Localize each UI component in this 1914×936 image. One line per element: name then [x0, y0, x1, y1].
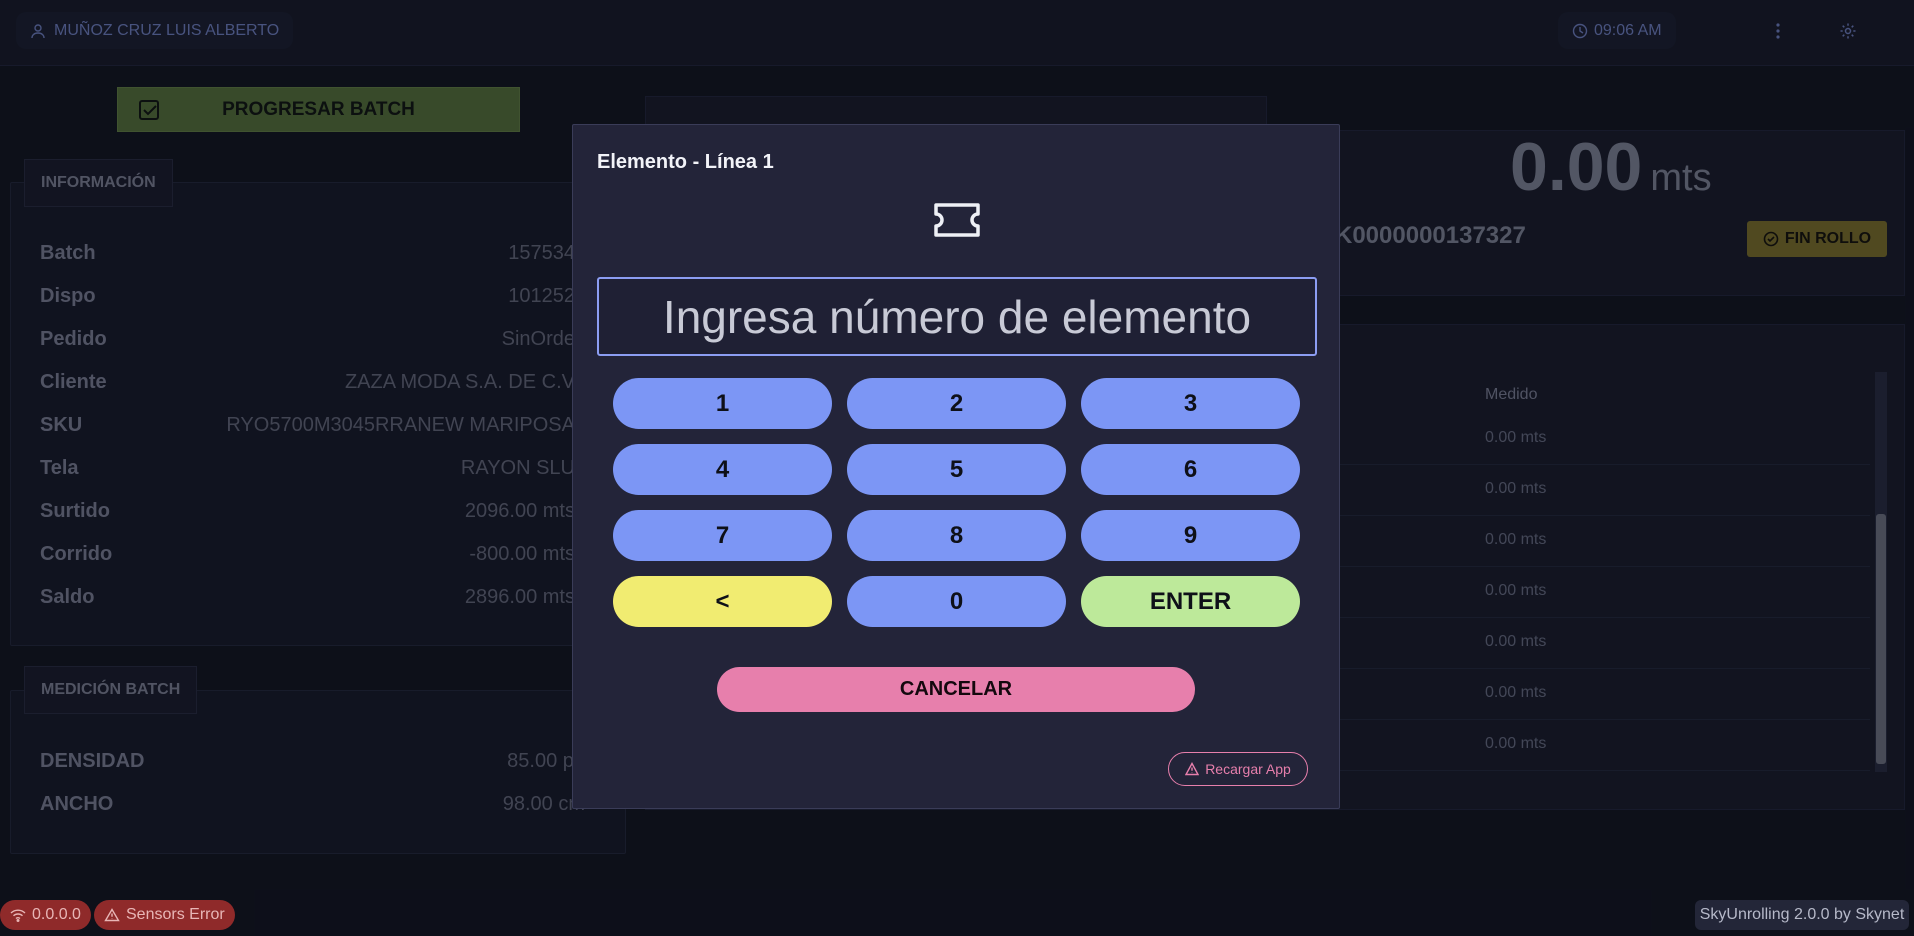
app-version: SkyUnrolling 2.0.0 by Skynet — [1695, 900, 1909, 930]
key-2-button[interactable]: 2 — [847, 378, 1066, 429]
modal-title: Elemento - Línea 1 — [597, 151, 774, 173]
key-6-button[interactable]: 6 — [1081, 444, 1300, 495]
key-8-button[interactable]: 8 — [847, 510, 1066, 561]
reload-app-label: Recargar App — [1205, 761, 1291, 777]
warning-icon — [1185, 762, 1200, 776]
ticket-icon — [934, 203, 980, 237]
network-status: 0.0.0.0 — [0, 900, 91, 930]
sensors-status: Sensors Error — [94, 900, 235, 930]
wifi-icon — [10, 909, 26, 922]
element-modal: Elemento - Línea 1 123 456 789 <0 ENTER CANC… — [572, 124, 1340, 809]
key-enter-button[interactable]: ENTER — [1081, 576, 1300, 627]
reload-app-button[interactable]: Recargar App — [1168, 752, 1308, 786]
ip-address: 0.0.0.0 — [32, 906, 81, 923]
key-1-button[interactable]: 1 — [613, 378, 832, 429]
key-7-button[interactable]: 7 — [613, 510, 832, 561]
key-9-button[interactable]: 9 — [1081, 510, 1300, 561]
key-backspace-button[interactable]: < — [613, 576, 832, 627]
cancel-button[interactable]: CANCELAR — [717, 667, 1195, 712]
warning-icon — [104, 908, 120, 922]
sensors-error-text: Sensors Error — [126, 906, 225, 923]
key-3-button[interactable]: 3 — [1081, 378, 1300, 429]
key-5-button[interactable]: 5 — [847, 444, 1066, 495]
element-number-input[interactable] — [597, 277, 1317, 356]
key-4-button[interactable]: 4 — [613, 444, 832, 495]
key-0-button[interactable]: 0 — [847, 576, 1066, 627]
